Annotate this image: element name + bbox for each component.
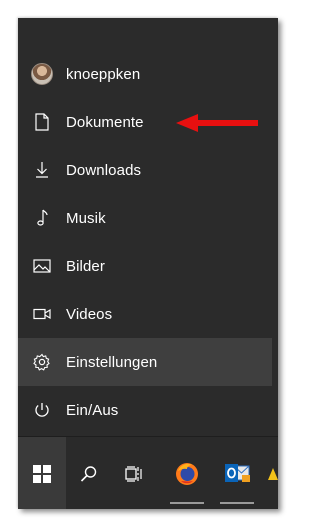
videos-item[interactable]: Videos (18, 290, 272, 338)
documents-label: Dokumente (66, 113, 144, 131)
settings-item[interactable]: Einstellungen (18, 338, 272, 386)
pictures-item[interactable]: Bilder (18, 242, 272, 290)
taskbar (18, 436, 278, 509)
outlook-taskbar-button[interactable] (214, 437, 260, 509)
power-label: Ein/Aus (66, 401, 119, 419)
videos-label: Videos (66, 305, 113, 323)
download-icon (18, 146, 66, 194)
red-arrow-annotation (176, 114, 258, 132)
downloads-label: Downloads (66, 161, 142, 179)
power-item[interactable]: Ein/Aus (18, 386, 272, 434)
pictures-icon (18, 242, 66, 290)
user-avatar-icon (18, 50, 66, 98)
firefox-taskbar-button[interactable] (164, 437, 210, 509)
running-indicator (220, 502, 254, 504)
task-view-icon (125, 465, 142, 482)
search-icon (80, 465, 97, 482)
user-account-label: knoeppken (66, 65, 141, 83)
start-menu-window: knoeppken Dokumente Downloads Musik Bild (18, 18, 278, 509)
user-account-item[interactable]: knoeppken (18, 50, 272, 98)
pictures-label: Bilder (66, 257, 105, 275)
outlook-icon (225, 463, 250, 482)
music-label: Musik (66, 209, 106, 227)
video-icon (18, 290, 66, 338)
downloads-item[interactable]: Downloads (18, 146, 272, 194)
start-menu-sidebar: knoeppken Dokumente Downloads Musik Bild (18, 50, 272, 434)
document-icon (18, 98, 66, 146)
app-icon-partial (268, 467, 278, 480)
music-note-icon (18, 194, 66, 242)
task-view-button[interactable] (112, 437, 158, 509)
gear-icon (18, 338, 66, 386)
power-icon (18, 386, 66, 434)
taskbar-overflow-app[interactable] (266, 437, 278, 509)
music-item[interactable]: Musik (18, 194, 272, 242)
firefox-icon (176, 462, 198, 485)
settings-label: Einstellungen (66, 353, 158, 371)
windows-logo-icon (33, 464, 51, 483)
start-button[interactable] (18, 437, 66, 509)
search-button[interactable] (66, 437, 112, 509)
running-indicator (170, 502, 204, 504)
